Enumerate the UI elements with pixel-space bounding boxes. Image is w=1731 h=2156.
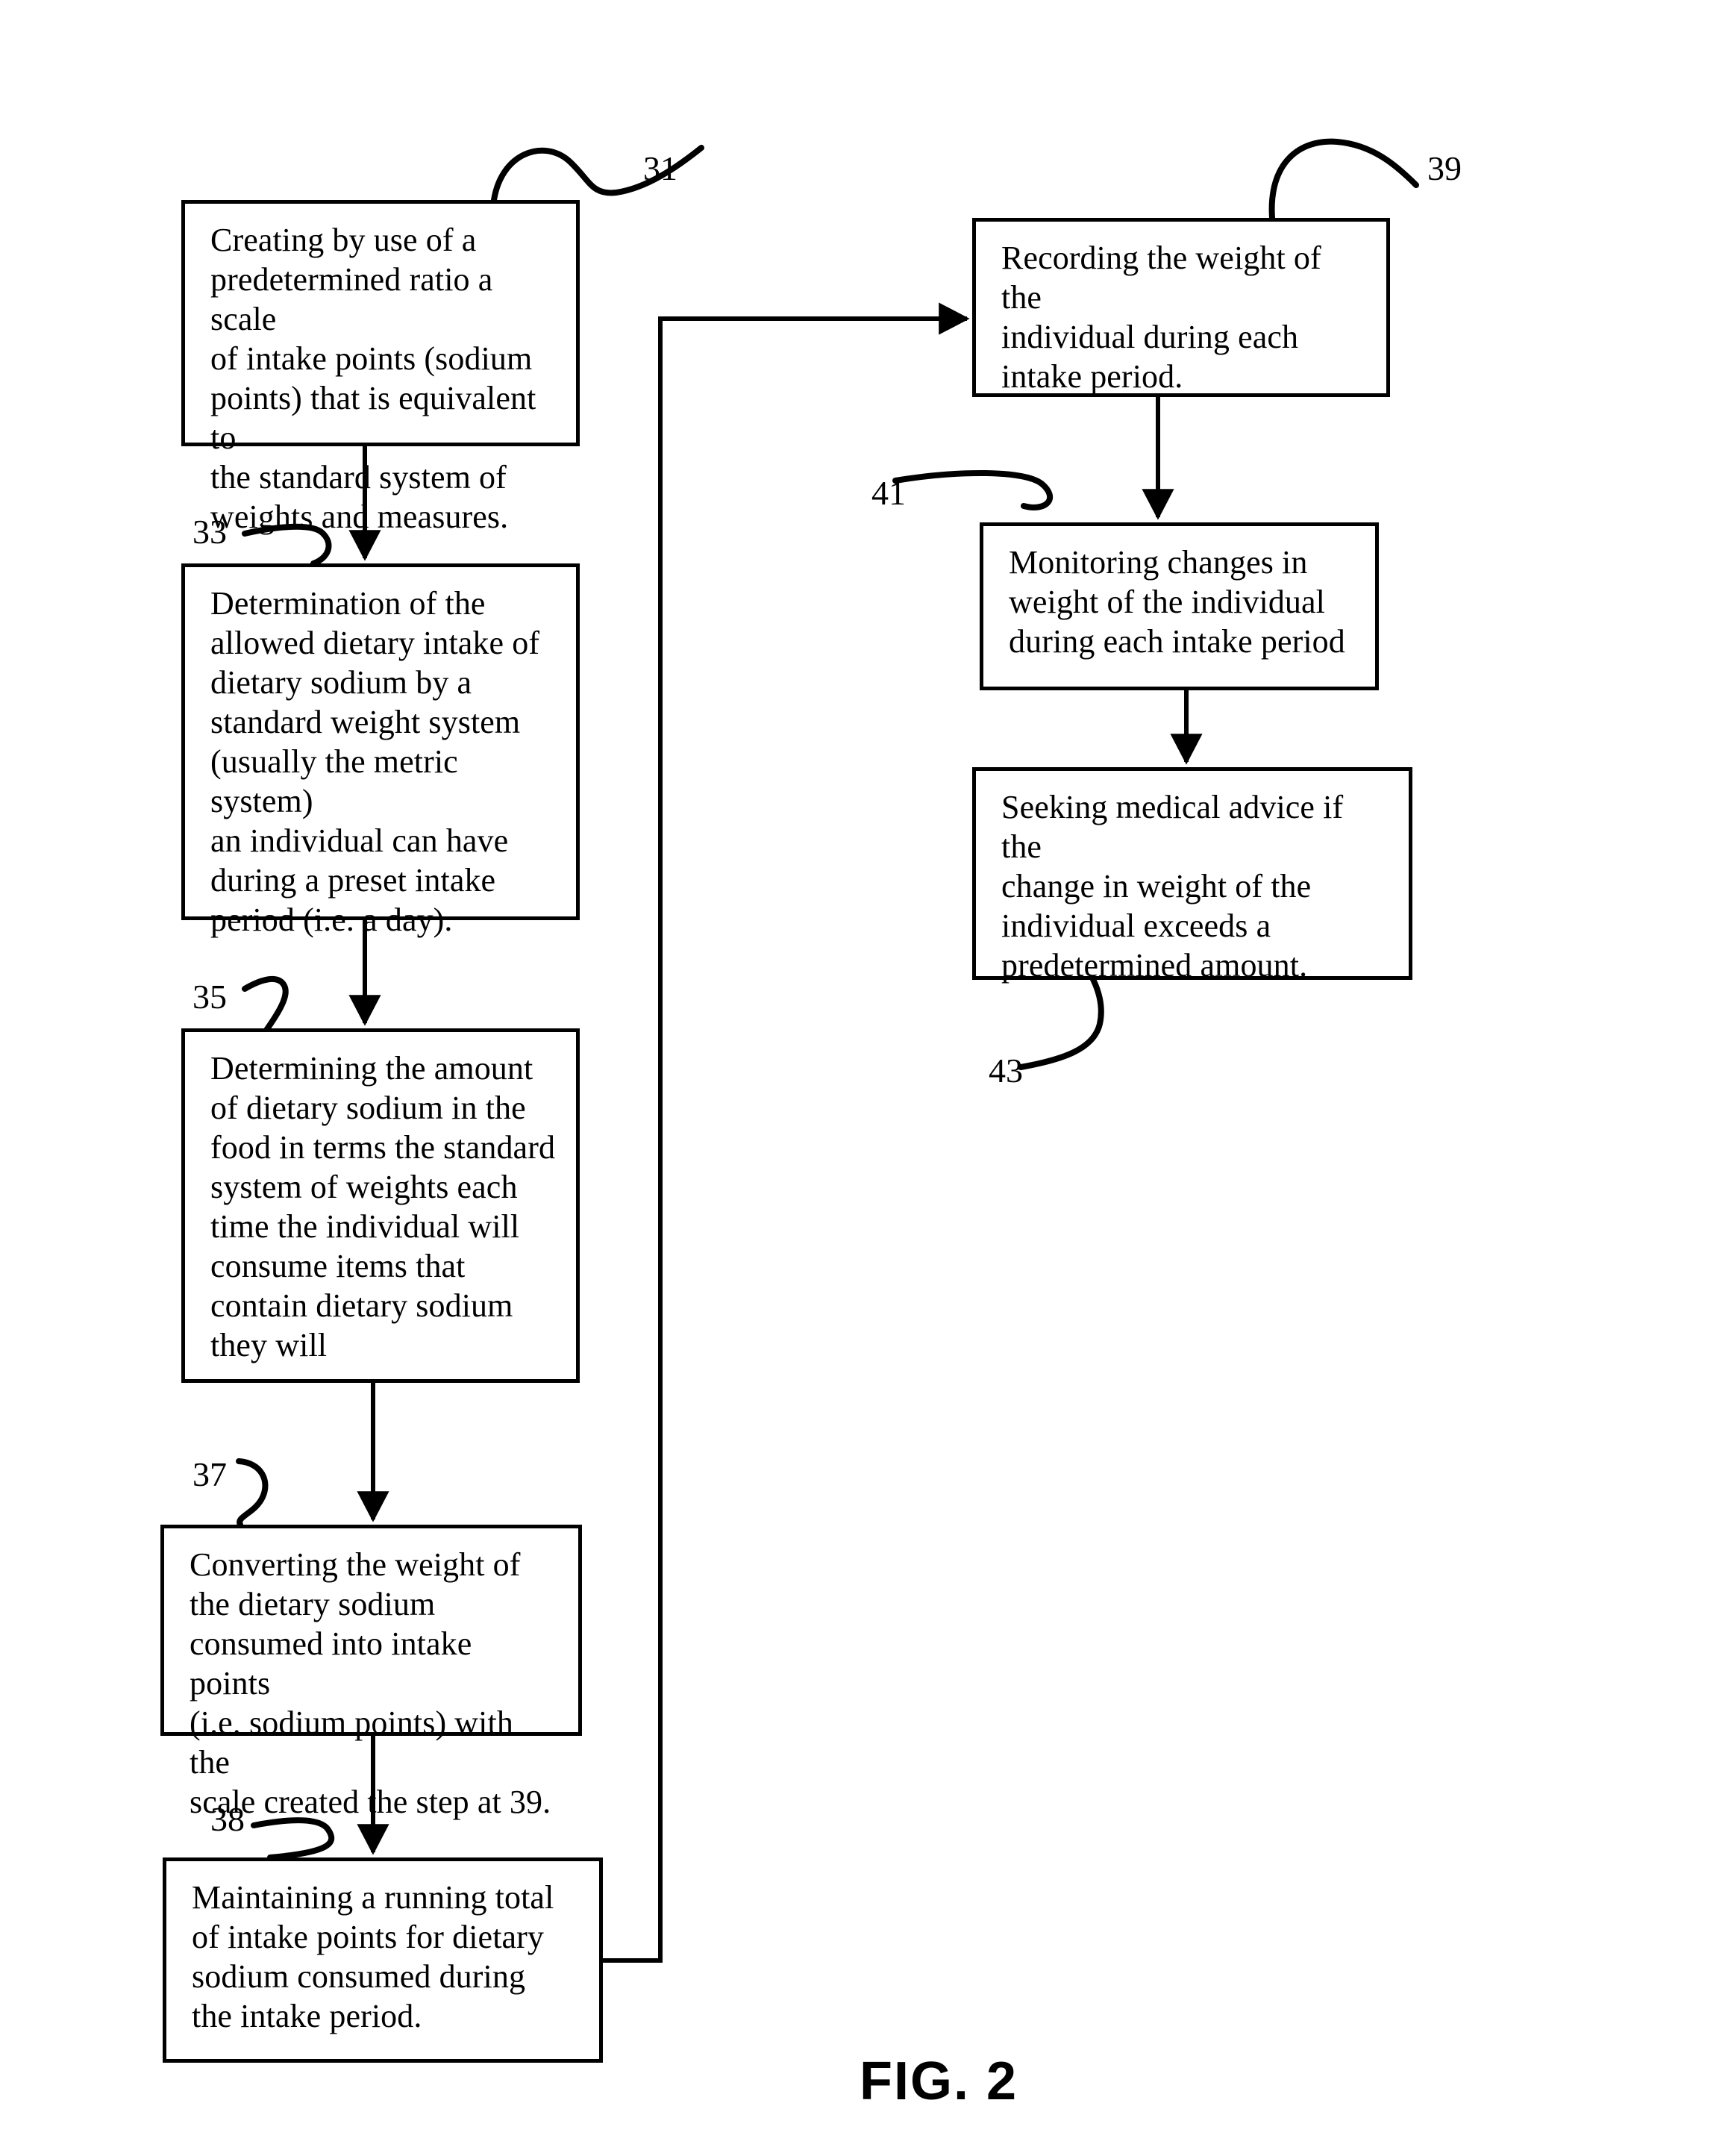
- flow-box-33[interactable]: Determination of the allowed dietary int…: [181, 563, 580, 938]
- reference-numeral-41: 41: [871, 474, 906, 512]
- flow-box-31-text: Creating by use of a predetermined ratio…: [210, 222, 536, 536]
- flow-box-43[interactable]: Seeking medical advice if the change in …: [972, 767, 1412, 984]
- flow-box-41-text: Monitoring changes in weight of the indi…: [1009, 544, 1345, 660]
- flow-box-41[interactable]: Monitoring changes in weight of the indi…: [980, 522, 1379, 690]
- leader-line-38: [251, 1817, 335, 1860]
- figure-caption: FIG. 2: [860, 2052, 1018, 2111]
- reference-numeral-38: 38: [210, 1800, 245, 1838]
- leader-line-37: [236, 1458, 269, 1528]
- flow-box-37[interactable]: Converting the weight of the dietary sod…: [160, 1525, 582, 1820]
- reference-numeral-31: 31: [643, 149, 677, 187]
- flow-box-43-text: Seeking medical advice if the change in …: [1001, 789, 1344, 984]
- connector-38-to-39: [603, 302, 970, 1963]
- flow-box-39[interactable]: Recording the weight of the individual d…: [972, 218, 1390, 397]
- reference-numeral-35: 35: [192, 978, 227, 1016]
- reference-numeral-37: 37: [192, 1455, 227, 1493]
- flow-box-33-text: Determination of the allowed dietary int…: [210, 585, 540, 939]
- flow-box-35[interactable]: Determining the amount of dietary sodium…: [181, 1028, 580, 1383]
- flow-box-38-text: Maintaining a running total of intake po…: [192, 1879, 554, 2035]
- flow-box-31[interactable]: Creating by use of a predetermined ratio…: [181, 200, 580, 535]
- flow-box-39-text: Recording the weight of the individual d…: [1001, 240, 1321, 396]
- flow-box-38[interactable]: Maintaining a running total of intake po…: [163, 1857, 603, 2063]
- flow-box-35-text: Determining the amount of dietary sodium…: [210, 1050, 556, 1364]
- reference-numeral-43: 43: [989, 1052, 1023, 1090]
- reference-numeral-33: 33: [192, 513, 227, 551]
- figure-page: Creating by use of a predetermined ratio…: [0, 0, 1731, 2156]
- flow-box-37-text: Converting the weight of the dietary sod…: [190, 1546, 551, 1821]
- leader-line-41: [892, 469, 1054, 510]
- leader-line-39: [1268, 138, 1419, 221]
- reference-numeral-39: 39: [1427, 149, 1462, 187]
